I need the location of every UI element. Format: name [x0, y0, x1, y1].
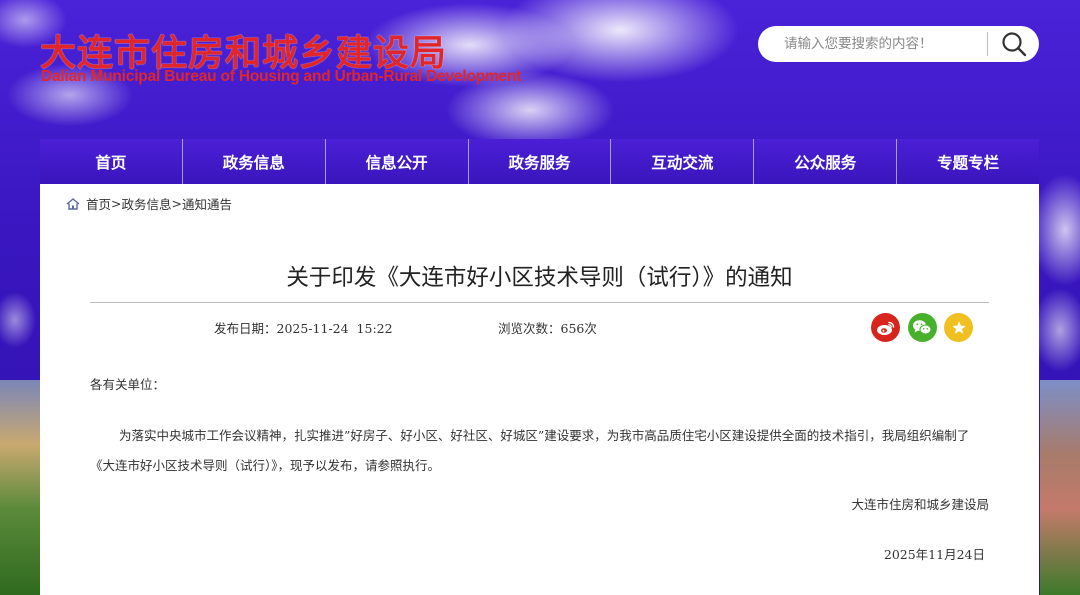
view-count-value: 656次: [560, 321, 597, 336]
share-buttons: [871, 313, 981, 342]
search-icon: [1001, 32, 1026, 57]
article-signature: 大连市住房和城乡建设局: [851, 497, 989, 512]
breadcrumb: 首页 > 政务信息 > 通知通告: [66, 194, 232, 213]
nav-item-interaction[interactable]: 互动交流: [611, 139, 755, 184]
publish-date-label: 发布日期：: [214, 321, 277, 336]
article-salutation: 各有关单位：: [90, 377, 166, 392]
share-wechat-button[interactable]: [907, 313, 937, 342]
breadcrumb-separator: >: [111, 196, 122, 211]
breadcrumb-separator: >: [171, 196, 182, 211]
nav-item-government-services[interactable]: 政务服务: [469, 139, 612, 184]
breadcrumb-notices[interactable]: 通知通告: [182, 194, 232, 213]
article-sign-date: 2025年11月24日: [883, 547, 985, 562]
title-divider: [90, 302, 989, 303]
search-button[interactable]: [988, 26, 1039, 62]
favorite-icon: [951, 320, 966, 334]
publish-date-value: 2025-11-24 15:22: [276, 321, 393, 336]
weibo-icon: [876, 321, 894, 335]
background-city-right: [1040, 380, 1080, 595]
breadcrumb-government-info[interactable]: 政务信息: [122, 194, 172, 213]
nav-item-info-disclosure[interactable]: 信息公开: [326, 139, 469, 184]
view-count-label: 浏览次数：: [498, 321, 561, 336]
search-box: [758, 26, 1039, 62]
main-nav: 首页 政务信息 信息公开 政务服务 互动交流 公众服务 专题专栏: [40, 139, 1039, 184]
view-count: 浏览次数：656次: [498, 318, 597, 337]
home-icon: [66, 197, 80, 210]
background-city-left: [0, 380, 40, 595]
article-paragraph: 为落实中央城市工作会议精神，扎实推进”好房子、好小区、好社区、好城区”建设要求，…: [90, 428, 970, 473]
site-logo-english: Dalian Municipal Bureau of Housing and U…: [41, 68, 522, 85]
nav-item-public-services[interactable]: 公众服务: [754, 139, 898, 184]
nav-item-special-topics[interactable]: 专题专栏: [897, 139, 1039, 184]
article-title: 关于印发《大连市好小区技术导则（试行）》的通知: [286, 265, 793, 291]
share-favorite-button[interactable]: [944, 313, 973, 342]
wechat-icon: [913, 320, 932, 335]
search-input[interactable]: [784, 36, 980, 52]
publish-date: 发布日期：2025-11-24 15:22: [214, 318, 393, 337]
breadcrumb-home[interactable]: 首页: [86, 194, 111, 213]
content-panel: 首页 > 政务信息 > 通知通告 关于印发《大连市好小区技术导则（试行）》的通知…: [40, 184, 1039, 595]
nav-item-government-info[interactable]: 政务信息: [183, 139, 326, 184]
share-weibo-button[interactable]: [871, 313, 900, 342]
nav-item-home[interactable]: 首页: [40, 139, 183, 184]
